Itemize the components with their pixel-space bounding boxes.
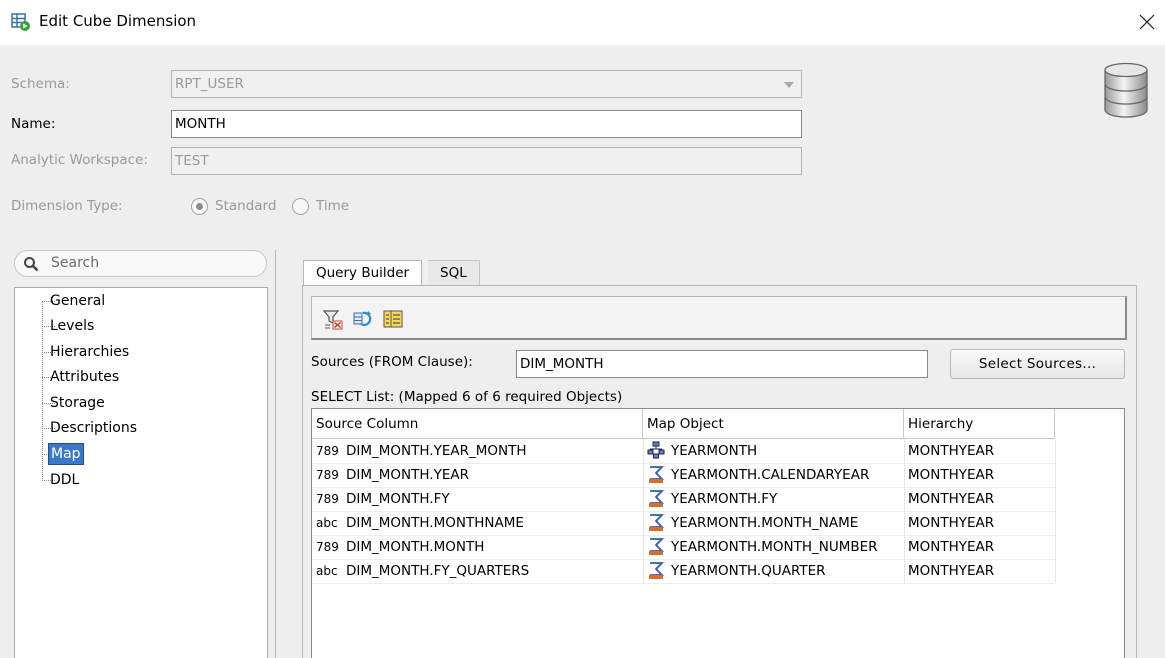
- workspace-label: Analytic Workspace:: [11, 152, 148, 168]
- workspace-value: TEST: [175, 153, 209, 169]
- number-type-icon: 789: [316, 540, 339, 554]
- select-list-table: Source Column Map Object Hierarchy 789 DI…: [311, 408, 1125, 658]
- nav-item-storage[interactable]: Storage: [48, 392, 107, 414]
- map-object-value: YEARMONTH.MONTH_NAME: [671, 515, 859, 531]
- select-sources-button[interactable]: Select Sources...: [950, 349, 1125, 379]
- text-type-icon: abc: [316, 564, 338, 578]
- hierarchy-cell[interactable]: MONTHYEAR: [904, 511, 1055, 535]
- nav-item-map[interactable]: Map: [48, 443, 84, 465]
- hierarchy-icon: [647, 441, 665, 459]
- radio-selected-dot: [196, 203, 203, 210]
- column-header-source[interactable]: Source Column: [312, 409, 643, 439]
- radio-standard: [191, 198, 208, 215]
- name-value: MONTH: [175, 116, 226, 132]
- filter-clear-icon[interactable]: [322, 308, 344, 330]
- map-object-value: YEARMONTH.MONTH_NUMBER: [671, 539, 878, 555]
- schema-label: Schema:: [11, 76, 70, 92]
- sources-input[interactable]: DIM_MONTH: [516, 350, 928, 378]
- chevron-down-icon: [784, 82, 794, 88]
- workspace-field: TEST: [171, 147, 802, 175]
- attribute-map-icon: [649, 538, 665, 555]
- row-divider: [312, 583, 1055, 584]
- number-type-icon: 789: [316, 444, 339, 458]
- map-object-cell[interactable]: YEARMONTH.MONTH_NAME: [643, 511, 904, 535]
- attribute-map-icon: [649, 562, 665, 579]
- nav-item-general[interactable]: General: [48, 290, 107, 312]
- nav-item-attributes[interactable]: Attributes: [48, 366, 121, 388]
- table-row[interactable]: 789 DIM_MONTH.YEAR: [312, 463, 643, 487]
- source-column-cell: DIM_MONTH.YEAR_MONTH: [346, 443, 527, 459]
- sources-label: Sources (FROM Clause):: [311, 354, 473, 370]
- text-type-icon: abc: [316, 516, 338, 530]
- title-bar: Edit Cube Dimension: [0, 0, 1165, 45]
- table-row[interactable]: 789 DIM_MONTH.MONTH: [312, 535, 643, 559]
- column-header-map-object[interactable]: Map Object: [643, 409, 904, 439]
- attribute-map-icon: [649, 466, 665, 483]
- map-object-cell[interactable]: YEARMONTH: [643, 439, 904, 463]
- number-type-icon: 789: [316, 468, 339, 482]
- radio-time-label: Time: [316, 198, 350, 214]
- source-column-cell: DIM_MONTH.MONTHNAME: [346, 515, 524, 531]
- nav-item-descriptions[interactable]: Descriptions: [48, 417, 139, 439]
- number-type-icon: 789: [316, 492, 339, 506]
- nav-item-ddl[interactable]: DDL: [48, 469, 81, 491]
- radio-time: [292, 198, 309, 215]
- tab-sql[interactable]: SQL: [428, 260, 480, 286]
- source-column-cell: DIM_MONTH.FY_QUARTERS: [346, 563, 530, 579]
- column-divider: [1055, 439, 1056, 583]
- schema-value: RPT_USER: [175, 76, 244, 92]
- refresh-icon[interactable]: [352, 308, 374, 330]
- table-row[interactable]: 789 DIM_MONTH.FY: [312, 487, 643, 511]
- column-list-icon[interactable]: [382, 308, 404, 330]
- tab-query-builder[interactable]: Query Builder: [303, 260, 423, 286]
- search-input[interactable]: Search: [14, 250, 267, 277]
- map-object-value: YEARMONTH: [671, 443, 758, 459]
- map-object-cell[interactable]: YEARMONTH.CALENDARYEAR: [643, 463, 904, 487]
- source-column-cell: DIM_MONTH.MONTH: [346, 539, 485, 555]
- database-icon: [1104, 62, 1148, 118]
- map-object-cell[interactable]: YEARMONTH.MONTH_NUMBER: [643, 535, 904, 559]
- table-row[interactable]: abc DIM_MONTH.MONTHNAME: [312, 511, 643, 535]
- query-toolbar: [311, 296, 1127, 340]
- sources-value: DIM_MONTH: [520, 356, 604, 372]
- map-object-cell[interactable]: YEARMONTH.FY: [643, 487, 904, 511]
- nav-item-hierarchies[interactable]: Hierarchies: [48, 341, 131, 363]
- search-placeholder: Search: [51, 255, 100, 271]
- hierarchy-cell[interactable]: MONTHYEAR: [904, 487, 1055, 511]
- map-object-value: YEARMONTH.CALENDARYEAR: [671, 467, 870, 483]
- table-row[interactable]: abc DIM_MONTH.FY_QUARTERS: [312, 559, 643, 583]
- source-column-cell: DIM_MONTH.YEAR: [346, 467, 469, 483]
- map-object-value: YEARMONTH.QUARTER: [671, 563, 826, 579]
- hierarchy-cell[interactable]: MONTHYEAR: [904, 439, 1055, 463]
- attribute-map-icon: [649, 490, 665, 507]
- dimension-edit-icon: [11, 13, 30, 31]
- hierarchy-cell[interactable]: MONTHYEAR: [904, 559, 1055, 583]
- nav-tree: General Levels Hierarchies Attributes St…: [14, 287, 268, 658]
- nav-item-levels[interactable]: Levels: [48, 315, 96, 337]
- dimtype-label: Dimension Type:: [11, 198, 123, 214]
- magnifier-icon: [24, 257, 39, 272]
- source-column-cell: DIM_MONTH.FY: [346, 491, 450, 507]
- column-header-hierarchy[interactable]: Hierarchy: [904, 409, 1055, 439]
- map-object-value: YEARMONTH.FY: [671, 491, 778, 507]
- map-object-cell[interactable]: YEARMONTH.QUARTER: [643, 559, 904, 583]
- name-input[interactable]: MONTH: [171, 110, 802, 138]
- table-row[interactable]: 789 DIM_MONTH.YEAR_MONTH: [312, 439, 643, 463]
- window-title: Edit Cube Dimension: [39, 12, 197, 30]
- name-label: Name:: [11, 116, 56, 132]
- split-divider[interactable]: [275, 250, 276, 658]
- schema-select: RPT_USER: [171, 70, 802, 98]
- attribute-map-icon: [649, 514, 665, 531]
- radio-standard-label: Standard: [215, 198, 277, 214]
- hierarchy-cell[interactable]: MONTHYEAR: [904, 535, 1055, 559]
- hierarchy-cell[interactable]: MONTHYEAR: [904, 463, 1055, 487]
- select-list-label: SELECT List: (Mapped 6 of 6 required Obj…: [311, 389, 623, 405]
- close-x-icon[interactable]: [1138, 13, 1156, 31]
